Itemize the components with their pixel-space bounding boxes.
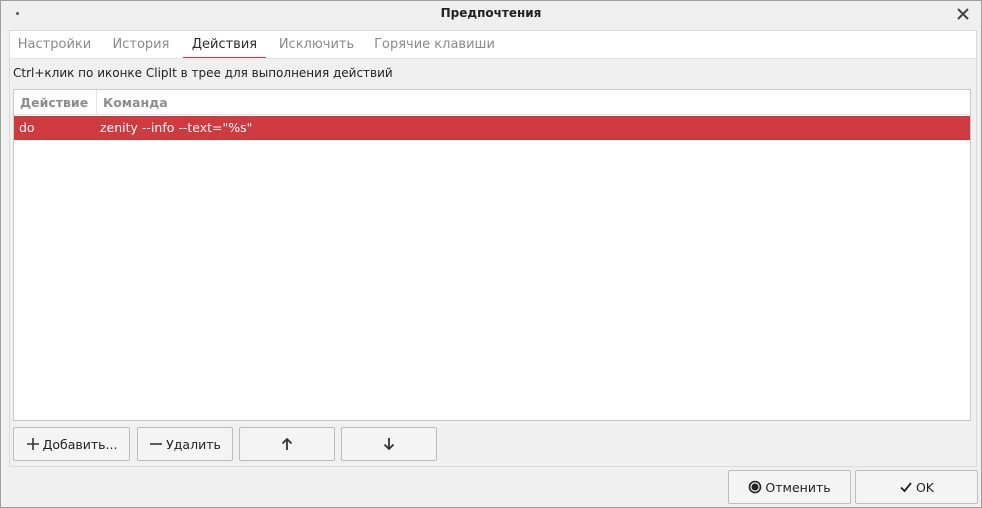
- column-header-command[interactable]: Команда: [96, 90, 296, 115]
- arrow-up-icon: [281, 437, 293, 450]
- table-header: Действие Команда: [14, 90, 970, 115]
- add-action-label: Добавить...: [42, 436, 118, 452]
- plus-icon: [26, 438, 39, 450]
- table-row[interactable]: do zenity --info --text="%s": [14, 116, 970, 140]
- move-up-button[interactable]: [239, 427, 335, 461]
- tab-exclude[interactable]: Исключить: [274, 31, 359, 59]
- remove-action-label: Удалить: [166, 436, 221, 452]
- cancel-label: Отменить: [765, 479, 831, 495]
- minus-icon: [150, 443, 163, 445]
- actions-hint-text: Ctrl+клик по иконке ClipIt в трее для вы…: [13, 66, 393, 80]
- remove-action-button[interactable]: Удалить: [137, 427, 233, 461]
- cancel-button[interactable]: Отменить: [728, 470, 851, 504]
- close-button[interactable]: [953, 4, 973, 24]
- titlebar[interactable]: Предпочтения: [1, 1, 981, 28]
- cell-command[interactable]: zenity --info --text="%s": [100, 116, 252, 140]
- window-title: Предпочтения: [440, 6, 542, 20]
- arrow-down-icon: [383, 438, 395, 451]
- cancel-icon: [749, 480, 762, 494]
- ok-label: OK: [915, 479, 935, 495]
- ok-button[interactable]: OK: [855, 470, 978, 504]
- column-header-action[interactable]: Действие: [14, 90, 96, 115]
- close-icon: [957, 8, 969, 20]
- move-down-button[interactable]: [341, 427, 437, 461]
- actions-table[interactable]: Действие Команда do zenity --info --text…: [13, 89, 971, 421]
- preferences-window: Предпочтения Настройки История Действия …: [0, 0, 982, 508]
- tab-bar: Настройки История Действия Исключить Гор…: [9, 30, 977, 59]
- tab-hotkeys[interactable]: Горячие клавиши: [372, 31, 497, 59]
- add-action-button[interactable]: Добавить...: [13, 427, 130, 461]
- tab-settings[interactable]: Настройки: [13, 31, 96, 59]
- check-icon: [900, 482, 912, 493]
- cell-action[interactable]: do: [19, 116, 35, 140]
- tab-history[interactable]: История: [106, 31, 176, 59]
- tab-actions[interactable]: Действия: [183, 31, 266, 59]
